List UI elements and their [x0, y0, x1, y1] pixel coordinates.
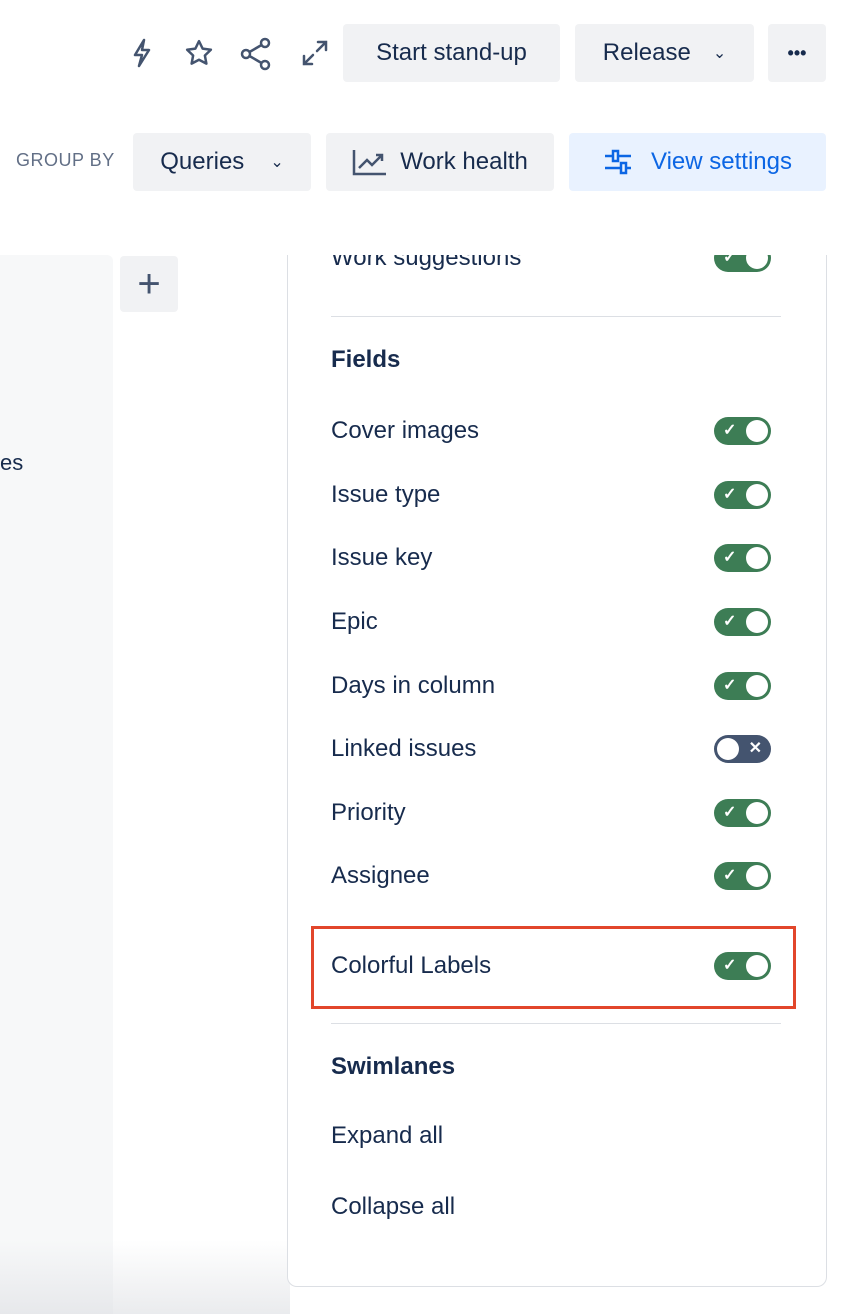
issue-key-label: Issue key: [331, 544, 433, 571]
star-icon[interactable]: [182, 36, 216, 70]
work-health-button[interactable]: Work health: [326, 133, 554, 191]
more-actions-button[interactable]: •••: [768, 24, 826, 82]
linked-issues-toggle[interactable]: ✕: [714, 735, 771, 763]
assignee-label: Assignee: [331, 862, 430, 889]
work-suggestions-toggle[interactable]: ✓: [714, 255, 771, 272]
chevron-down-icon: ⌄: [270, 154, 284, 171]
cover-images-row[interactable]: Cover images ✓: [331, 411, 771, 451]
divider: [331, 1023, 781, 1024]
check-icon: ✓: [723, 867, 737, 884]
priority-label: Priority: [331, 799, 406, 826]
days-in-column-toggle[interactable]: ✓: [714, 672, 771, 700]
work-suggestions-row[interactable]: Work suggestions ✓: [331, 255, 771, 278]
start-standup-button[interactable]: Start stand-up: [343, 24, 560, 82]
days-in-column-row[interactable]: Days in column ✓: [331, 666, 771, 706]
priority-row[interactable]: Priority ✓: [331, 793, 771, 833]
chart-trend-icon: [352, 148, 388, 176]
cover-images-toggle[interactable]: ✓: [714, 417, 771, 445]
linked-issues-row[interactable]: Linked issues ✕: [331, 729, 771, 769]
colorful-labels-label: Colorful Labels: [331, 952, 492, 979]
check-icon: ✓: [723, 255, 737, 266]
check-icon: ✓: [723, 804, 737, 821]
collapse-all-button[interactable]: Collapse all: [331, 1187, 771, 1227]
priority-toggle[interactable]: ✓: [714, 799, 771, 827]
start-standup-label: Start stand-up: [376, 39, 527, 66]
issue-type-toggle[interactable]: ✓: [714, 481, 771, 509]
swimlanes-heading: Swimlanes: [331, 1053, 456, 1080]
epic-row[interactable]: Epic ✓: [331, 602, 771, 642]
cover-images-label: Cover images: [331, 417, 480, 444]
check-icon: ✓: [723, 486, 737, 503]
release-label: Release: [602, 39, 691, 66]
board-column-partial-text: es: [0, 450, 24, 475]
automation-lightning-icon[interactable]: [126, 36, 158, 70]
group-by-label: GROUP BY: [16, 150, 115, 170]
epic-label: Epic: [331, 608, 378, 635]
release-button[interactable]: Release ⌄: [575, 24, 754, 82]
plus-icon: +: [137, 261, 161, 306]
queries-label: Queries: [160, 148, 245, 175]
bottom-shadow: [0, 1240, 290, 1314]
work-suggestions-label: Work suggestions: [331, 255, 522, 271]
expand-all-button[interactable]: Expand all: [331, 1116, 771, 1156]
check-icon: ✓: [723, 957, 737, 974]
fullscreen-icon[interactable]: [298, 36, 332, 70]
share-icon[interactable]: [238, 36, 274, 72]
issue-key-row[interactable]: Issue key ✓: [331, 538, 771, 578]
fields-heading: Fields: [331, 346, 401, 373]
more-icon: •••: [787, 42, 807, 63]
issue-type-label: Issue type: [331, 481, 441, 508]
issue-key-toggle[interactable]: ✓: [714, 544, 771, 572]
work-health-label: Work health: [400, 148, 528, 175]
colorful-labels-row[interactable]: Colorful Labels ✓: [331, 946, 771, 986]
check-icon: ✓: [723, 549, 737, 566]
colorful-labels-toggle[interactable]: ✓: [714, 952, 771, 980]
days-in-column-label: Days in column: [331, 672, 496, 699]
check-icon: ✓: [723, 677, 737, 694]
cross-icon: ✕: [748, 740, 762, 757]
epic-toggle[interactable]: ✓: [714, 608, 771, 636]
chevron-down-icon: ⌄: [712, 45, 727, 62]
issue-type-row[interactable]: Issue type ✓: [331, 475, 771, 515]
check-icon: ✓: [723, 422, 737, 439]
group-by-queries-dropdown[interactable]: Queries ⌄: [133, 133, 311, 191]
divider: [331, 316, 781, 317]
add-column-button[interactable]: +: [120, 256, 178, 312]
board-column: [0, 255, 113, 1314]
check-icon: ✓: [723, 613, 737, 630]
assignee-toggle[interactable]: ✓: [714, 862, 771, 890]
view-settings-label: View settings: [651, 148, 792, 175]
linked-issues-label: Linked issues: [331, 735, 477, 762]
assignee-row[interactable]: Assignee ✓: [331, 856, 771, 896]
view-settings-button[interactable]: View settings: [569, 133, 826, 191]
settings-sliders-icon: [603, 149, 633, 175]
